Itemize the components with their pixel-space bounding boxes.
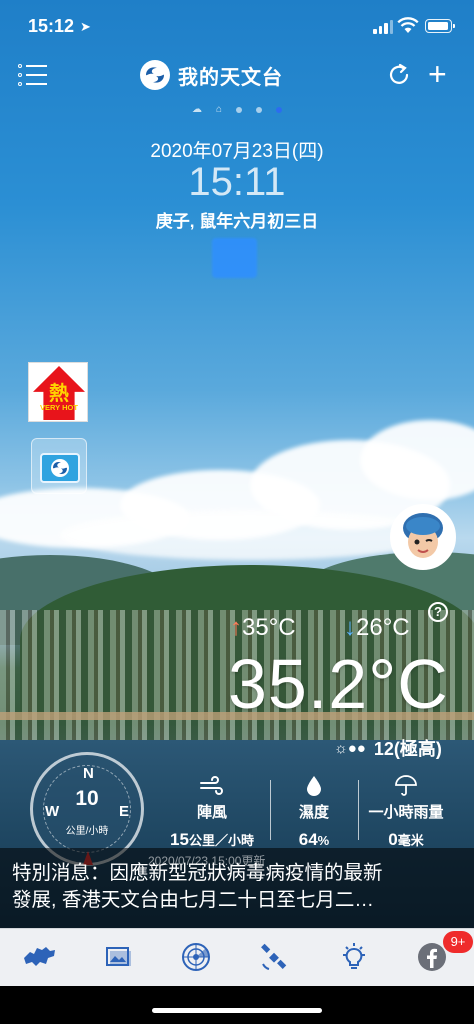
home-page-icon: ⌂ [215,104,223,115]
rainfall-value-row: 0毫米 [362,830,450,850]
rainfall-value: 0 [388,830,398,849]
battery-icon [425,19,455,33]
app-title-text: 我的天文台 [178,66,283,89]
current-time: 15:11 [188,160,286,204]
weather-tv-icon[interactable] [31,438,87,494]
radar-icon[interactable] [176,939,216,975]
special-message-line2: 發展, 香港天文台由七月二十日至七月二… [12,889,374,911]
min-temperature: ↓26°C [344,614,410,642]
rainfall-label: 一小時雨量 [368,804,444,821]
wind-speed-value: 10 [75,787,99,810]
avatar-assistant-icon[interactable] [390,504,456,570]
lunar-date: 庚子, 鼠年六月初三日 [155,212,319,231]
notification-badge: 9+ [443,931,473,953]
bottom-tab-bar [0,928,474,986]
compass-north: N [83,765,94,782]
current-date: 2020年07月23日(四) [150,141,324,162]
home-indicator-area [0,986,474,1024]
status-bar: 15:12 ➤ [0,0,474,56]
weather-status-icon[interactable] [212,238,257,278]
humidity-value-row: 64% [276,830,352,850]
map-icon[interactable] [20,939,60,975]
gust-unit: 公里／小時 [188,833,254,848]
refresh-icon[interactable] [386,62,412,88]
humidity-value: 64 [298,830,318,849]
wind-speed-unit: 公里/小時 [65,826,109,837]
page-indicator[interactable]: ☁ ⌂ [0,104,474,115]
water-drop-icon [276,775,352,799]
gust-value-row: 15公里／小時 [160,830,264,850]
app-title: 我的天文台 [140,60,283,90]
menu-list-icon[interactable] [18,64,48,88]
gust-label: 陣風 [196,804,227,821]
wifi-icon [397,17,419,33]
rainfall-stat[interactable]: 一小時雨量 0毫米 [362,775,450,850]
wind-gust-icon [160,775,264,799]
humidity-stat[interactable]: 濕度 64% [276,775,352,850]
humidity-unit: % [317,833,330,848]
hot-warning-kanji: 熱 [49,383,69,405]
humidity-label: 濕度 [298,804,329,821]
last-updated: 2020/07/23 15:00更新 [148,854,266,868]
stat-divider [358,780,359,840]
page-dot [256,106,263,113]
hot-warning-text: VERY HOT [40,403,78,412]
rainfall-unit: 毫米 [397,833,424,848]
gust-stat[interactable]: 陣風 15公里／小時 [160,775,264,850]
gallery-icon[interactable] [98,939,138,975]
status-time: 15:12 [28,16,75,36]
cellular-signal-icon [373,20,393,34]
uv-index[interactable]: ☼●● 12(極高) [334,735,442,761]
page-dot-active [276,106,283,113]
gust-value: 15 [170,830,189,849]
current-temperature[interactable]: 35.2°C [228,644,449,724]
min-temperature-value: 26°C [356,614,410,641]
add-location-button[interactable]: + [428,58,447,90]
home-indicator[interactable] [152,1008,322,1013]
max-temperature-value: 35°C [242,614,296,641]
satellite-icon[interactable] [254,939,294,975]
sunglasses-icon: ☼●● [334,739,366,757]
down-arrow-icon: ↓ [344,614,356,641]
stat-divider [270,780,271,840]
very-hot-warning-icon[interactable]: 熱 VERY HOT [28,362,88,422]
tips-icon[interactable] [334,939,374,975]
page-dot [236,106,243,113]
umbrella-icon [362,775,450,799]
observatory-logo-icon [140,60,170,90]
uv-index-value: 12(極高) [373,739,442,759]
help-icon[interactable]: ? [428,602,448,622]
max-temperature: ↑35°C [230,614,296,642]
location-arrow-icon: ➤ [80,19,91,34]
up-arrow-icon: ↑ [230,614,242,641]
weather-page-icon: ☁ [191,104,202,115]
